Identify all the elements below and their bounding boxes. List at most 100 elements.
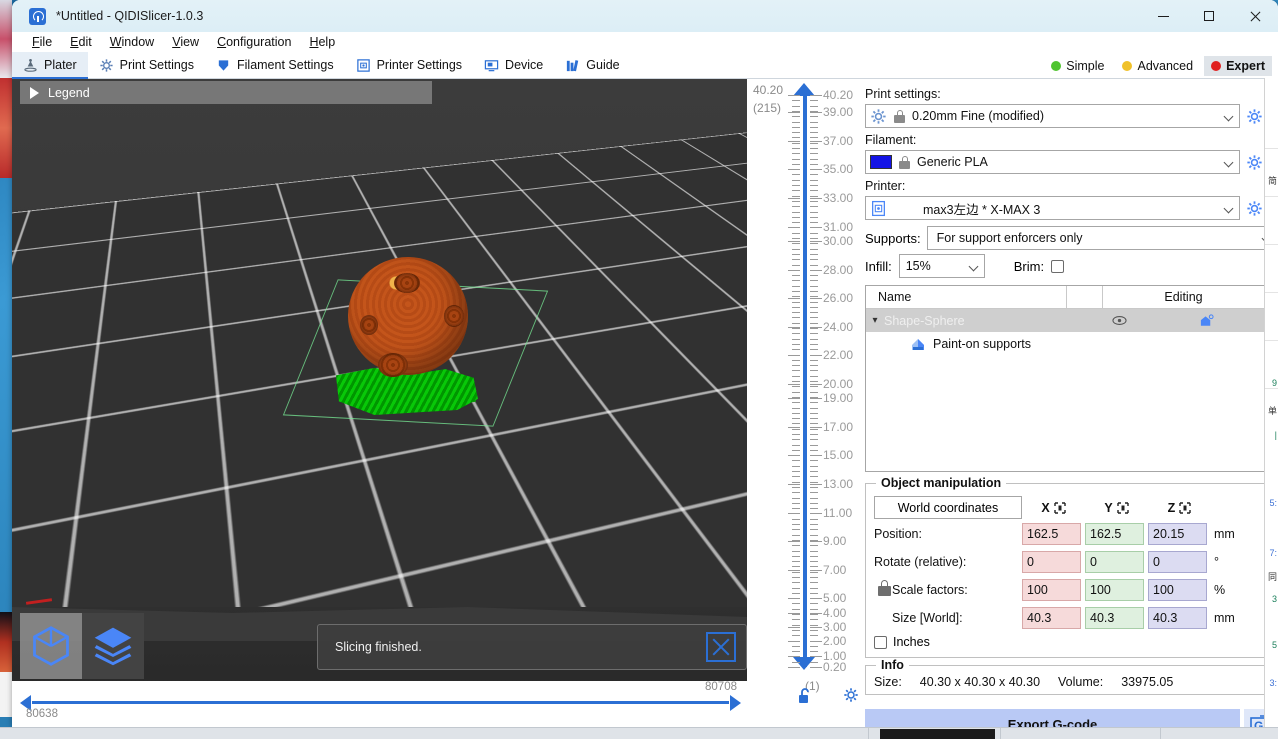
menu-configuration[interactable]: Configuration bbox=[208, 34, 300, 50]
vslider-tick bbox=[810, 418, 818, 419]
eye-icon[interactable] bbox=[1089, 315, 1149, 326]
menu-view[interactable]: View bbox=[163, 34, 208, 50]
infill-brim-row: Infill: 15% Brim: bbox=[865, 254, 1278, 278]
vslider-tick bbox=[792, 132, 800, 133]
vslider-tick bbox=[792, 280, 800, 281]
printer-combo[interactable]: max3左边 * X-MAX 3 bbox=[865, 196, 1240, 220]
sphere-dimple bbox=[378, 353, 408, 377]
tab-print-settings[interactable]: Print Settings bbox=[88, 52, 205, 78]
axis-reset-icon[interactable] bbox=[1179, 502, 1191, 514]
mode-advanced[interactable]: Advanced bbox=[1115, 56, 1200, 76]
menu-file[interactable]: File bbox=[23, 34, 61, 50]
position-z-input[interactable]: 20.15 bbox=[1148, 523, 1207, 545]
position-row: Position: 162.5 162.5 20.15 mm bbox=[874, 521, 1256, 547]
vertical-layer-slider[interactable]: 40.20 (215) 40.2039.0037.0035.0033.0031.… bbox=[747, 79, 860, 727]
tab-device[interactable]: Device bbox=[473, 52, 554, 78]
position-x-input[interactable]: 162.5 bbox=[1022, 523, 1081, 545]
preview-layers-button[interactable] bbox=[82, 613, 144, 679]
vslider-track[interactable] bbox=[803, 95, 807, 667]
object-list-subrow-paint-on-supports[interactable]: Paint-on supports bbox=[866, 332, 1264, 356]
notification-close-button[interactable] bbox=[706, 632, 736, 662]
vslider-tick bbox=[792, 164, 800, 165]
chevron-down-icon bbox=[1224, 158, 1234, 168]
print-settings-edit-gear-icon[interactable] bbox=[1246, 108, 1263, 125]
rotate-x-input[interactable]: 0 bbox=[1022, 551, 1081, 573]
vslider-tick bbox=[810, 190, 818, 191]
vslider-tick bbox=[810, 344, 818, 345]
vslider-tick bbox=[810, 180, 818, 181]
axis-reset-icon[interactable] bbox=[1117, 502, 1129, 514]
vslider-settings-gear-icon[interactable] bbox=[843, 687, 859, 706]
vslider-tick bbox=[810, 450, 818, 451]
mode-simple[interactable]: Simple bbox=[1044, 56, 1111, 76]
info-title: Info bbox=[876, 658, 909, 672]
axis-reset-icon[interactable] bbox=[1054, 502, 1066, 514]
support-paint-edit-icon[interactable] bbox=[1149, 314, 1264, 328]
vslider-tick bbox=[792, 535, 800, 536]
minimize-button[interactable] bbox=[1140, 0, 1186, 32]
menu-help[interactable]: Help bbox=[300, 34, 344, 50]
scale-x-input[interactable]: 100 bbox=[1022, 579, 1081, 601]
size-y-input[interactable]: 40.3 bbox=[1085, 607, 1144, 629]
vslider-major-tick bbox=[810, 427, 822, 428]
vslider-tick bbox=[792, 556, 800, 557]
inches-checkbox[interactable] bbox=[874, 636, 887, 649]
tab-guide-label: Guide bbox=[586, 58, 619, 72]
rotate-y-input[interactable]: 0 bbox=[1085, 551, 1144, 573]
sliced-model-shape-sphere[interactable] bbox=[330, 257, 478, 417]
supports-combo[interactable]: For support enforcers only bbox=[927, 226, 1278, 250]
vslider-tick bbox=[810, 508, 818, 509]
menu-window[interactable]: Window bbox=[101, 34, 163, 50]
tab-filament-settings[interactable]: Filament Settings bbox=[205, 52, 345, 78]
vslider-tick bbox=[810, 365, 818, 366]
hslider-track[interactable] bbox=[32, 701, 729, 704]
vslider-lower-handle[interactable] bbox=[793, 657, 815, 670]
tab-guide[interactable]: Guide bbox=[554, 52, 630, 78]
tab-plater[interactable]: Plater bbox=[12, 52, 88, 78]
menu-edit[interactable]: Edit bbox=[61, 34, 101, 50]
maximize-button[interactable] bbox=[1186, 0, 1232, 32]
object-list[interactable]: Name Editing ▾ Shape-Sphere bbox=[865, 285, 1265, 472]
taskbar-thumbnail[interactable] bbox=[880, 729, 995, 739]
chevron-down-icon[interactable]: ▾ bbox=[866, 315, 884, 326]
scale-y-input[interactable]: 100 bbox=[1085, 579, 1144, 601]
vslider-tick bbox=[810, 185, 818, 186]
size-z-input[interactable]: 40.3 bbox=[1148, 607, 1207, 629]
vslider-major-tick bbox=[810, 598, 822, 599]
coordinate-space-combo[interactable]: World coordinates bbox=[874, 496, 1022, 519]
vslider-tick bbox=[810, 646, 818, 647]
menu-help-rest: elp bbox=[318, 35, 335, 49]
unlock-icon[interactable] bbox=[797, 687, 813, 705]
filament-edit-gear-icon[interactable] bbox=[1246, 154, 1263, 171]
print-settings-combo[interactable]: 0.20mm Fine (modified) bbox=[865, 104, 1240, 128]
os-taskbar[interactable] bbox=[0, 727, 1278, 739]
vslider-tick bbox=[792, 593, 800, 594]
vslider-tick bbox=[810, 434, 818, 435]
coordinate-axes-header: World coordinates X Y bbox=[874, 496, 1256, 519]
3d-viewport[interactable]: Legend bbox=[12, 79, 747, 727]
rotate-z-input[interactable]: 0 bbox=[1148, 551, 1207, 573]
legend-bar[interactable]: Legend bbox=[20, 81, 432, 104]
uniform-scale-lock-icon[interactable] bbox=[878, 580, 891, 596]
object-list-row-shape-sphere[interactable]: ▾ Shape-Sphere bbox=[866, 309, 1264, 332]
printer-edit-gear-icon[interactable] bbox=[1246, 200, 1263, 217]
printer-value: max3左边 * X-MAX 3 bbox=[923, 199, 1040, 218]
vslider-tick bbox=[810, 333, 818, 334]
tab-printer-settings[interactable]: Printer Settings bbox=[345, 52, 473, 78]
3d-editor-view-button[interactable] bbox=[20, 613, 82, 679]
horizontal-move-slider[interactable]: 80708 80638 bbox=[12, 681, 747, 727]
infill-combo[interactable]: 15% bbox=[899, 254, 985, 278]
export-gcode-button[interactable]: Export G-code bbox=[865, 709, 1240, 727]
hslider-right-handle[interactable] bbox=[730, 695, 741, 711]
vslider-major-tick bbox=[788, 667, 800, 668]
vslider-tick bbox=[792, 339, 800, 340]
brim-checkbox[interactable] bbox=[1051, 260, 1064, 273]
filament-combo[interactable]: Generic PLA bbox=[865, 150, 1240, 174]
background-window-sliver[interactable]: 简 9 单 | 5: 7: 同 3 5 3: | bbox=[1264, 78, 1278, 727]
vslider-tick bbox=[810, 132, 818, 133]
size-x-input[interactable]: 40.3 bbox=[1022, 607, 1081, 629]
position-y-input[interactable]: 162.5 bbox=[1085, 523, 1144, 545]
mode-expert[interactable]: Expert bbox=[1204, 56, 1272, 76]
scale-z-input[interactable]: 100 bbox=[1148, 579, 1207, 601]
close-button[interactable] bbox=[1232, 0, 1278, 32]
